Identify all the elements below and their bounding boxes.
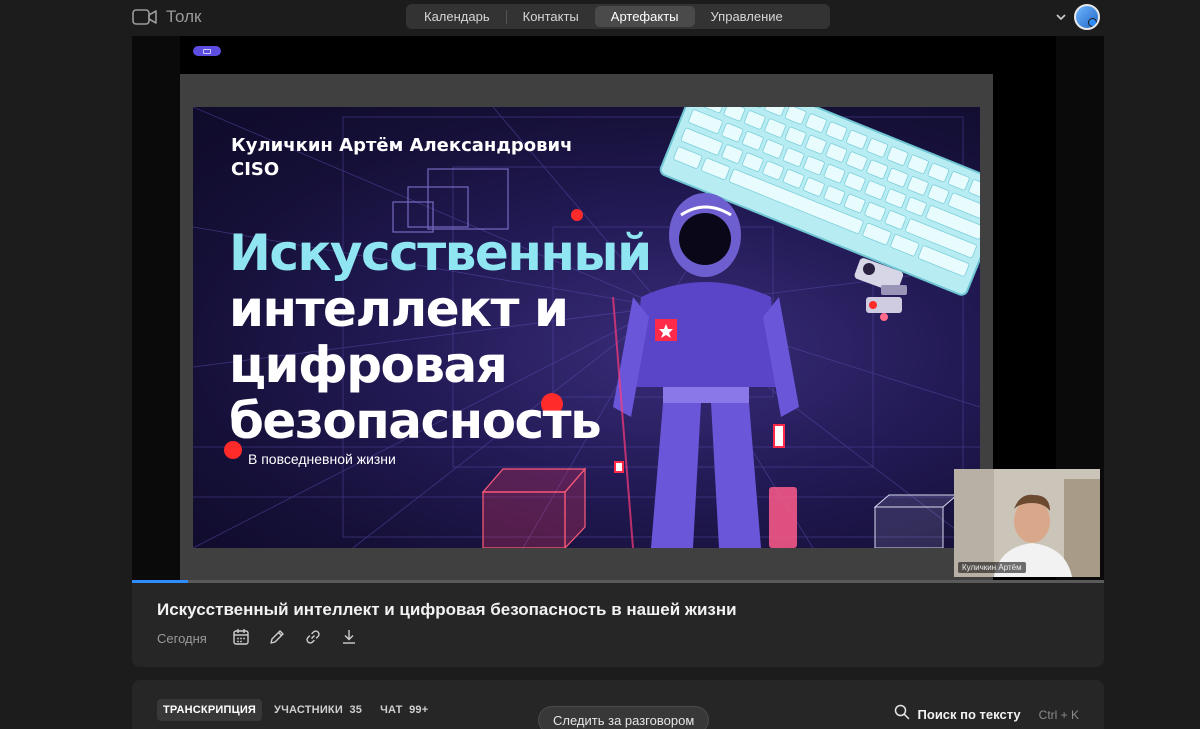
tab-management[interactable]: Управление xyxy=(695,6,799,27)
top-bar: Толк Календарь Контакты Артефакты Управл… xyxy=(0,0,1200,34)
participants-count: 35 xyxy=(349,704,363,716)
presentation-slide: Куличкин Артём Александрович CISO Искусс… xyxy=(193,107,980,548)
screen-share-badge xyxy=(193,46,221,56)
search-shortcut: Ctrl + K xyxy=(1038,707,1079,722)
follow-conversation-button[interactable]: Следить за разговором xyxy=(538,706,710,729)
speaker-video-tile[interactable]: Куличкин Артём xyxy=(954,469,1100,577)
tab-contacts[interactable]: Контакты xyxy=(507,6,595,27)
tab-artifacts[interactable]: Артефакты xyxy=(594,6,695,27)
video-camera-icon xyxy=(132,8,158,26)
tab-participants[interactable]: УЧАСТНИКИ 35 xyxy=(268,699,368,721)
slide-title: Искусственный интеллект и цифровая безоп… xyxy=(229,225,699,449)
main-nav: Календарь Контакты Артефакты Управление xyxy=(406,4,830,29)
app-name: Толк xyxy=(166,7,202,26)
tab-calendar[interactable]: Календарь xyxy=(408,6,506,27)
slide-author: Куличкин Артём Александрович xyxy=(231,135,573,156)
recording-date: Сегодня xyxy=(157,631,207,646)
chat-count: 99+ xyxy=(409,704,429,716)
link-icon[interactable] xyxy=(304,628,322,646)
slide-title-line-2: интеллект и xyxy=(229,280,569,338)
search-label[interactable]: Поиск по тексту xyxy=(918,707,1021,722)
calendar-icon[interactable] xyxy=(232,628,250,646)
tab-transcription[interactable]: ТРАНСКРИПЦИЯ xyxy=(157,699,263,721)
speaker-image xyxy=(954,469,1100,577)
user-menu[interactable] xyxy=(1056,4,1100,30)
slide-title-line-3: цифровая xyxy=(229,336,508,394)
recording-actions xyxy=(232,628,358,646)
slide-title-line-4: безопасность xyxy=(229,392,602,450)
details-tabs: ТРАНСКРИПЦИЯ УЧАСТНИКИ 35 ЧАТ 99+ xyxy=(157,699,434,721)
download-icon[interactable] xyxy=(340,628,358,646)
recording-title: Искусственный интеллект и цифровая безоп… xyxy=(157,600,737,619)
speaker-name-label: Куличкин Артём xyxy=(958,562,1026,573)
slide-subtitle: В повседневной жизни xyxy=(248,451,396,467)
app-logo[interactable]: Толк xyxy=(132,6,202,28)
shared-screen: Куличкин Артём Александрович CISO Искусс… xyxy=(180,74,993,580)
user-avatar[interactable] xyxy=(1074,4,1100,30)
chevron-down-icon[interactable] xyxy=(1056,8,1066,26)
slide-role: CISO xyxy=(231,159,280,180)
slide-title-line-1: Искусственный xyxy=(229,224,652,282)
tab-participants-label: УЧАСТНИКИ xyxy=(274,704,343,716)
search-icon[interactable] xyxy=(894,704,910,725)
tab-chat[interactable]: ЧАТ 99+ xyxy=(374,699,434,721)
video-player[interactable]: Куличкин Артём Александрович CISO Искусс… xyxy=(132,36,1104,580)
tab-chat-label: ЧАТ xyxy=(380,704,403,716)
screen-icon xyxy=(203,48,211,54)
text-search[interactable]: Поиск по тексту Ctrl + K xyxy=(894,704,1079,725)
recording-info-panel: Искусственный интеллект и цифровая безоп… xyxy=(132,583,1104,667)
pencil-icon[interactable] xyxy=(268,628,286,646)
details-panel: ТРАНСКРИПЦИЯ УЧАСТНИКИ 35 ЧАТ 99+ Следит… xyxy=(132,680,1104,729)
